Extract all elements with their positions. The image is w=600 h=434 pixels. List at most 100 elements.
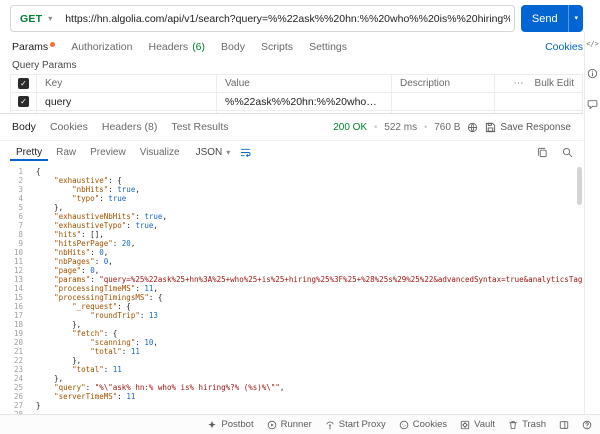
response-tabs: Body Cookies Headers (8) Test Results 20…	[0, 114, 583, 140]
tab-headers[interactable]: Headers (6)	[148, 41, 205, 53]
help-icon	[582, 420, 592, 429]
param-value-cell[interactable]: %%22ask%%20hn:%%20who%%20is%%20hiring%3.…	[216, 92, 392, 111]
chevron-down-icon[interactable]: ▾	[569, 15, 583, 22]
response-body-actions	[537, 147, 573, 158]
column-header-value: Value	[216, 74, 392, 93]
view-tab-preview[interactable]: Preview	[84, 144, 132, 161]
send-button[interactable]: Send ▾	[521, 5, 583, 32]
chevron-down-icon: ▾	[48, 13, 53, 23]
right-sidebar: </>	[584, 32, 600, 414]
view-tab-pretty[interactable]: Pretty	[10, 144, 48, 161]
cookies-button[interactable]: Cookies	[399, 419, 447, 430]
method-label: GET	[20, 12, 43, 25]
cookies-label: Cookies	[412, 419, 448, 430]
view-tab-raw[interactable]: Raw	[50, 144, 82, 161]
vault-icon	[460, 420, 470, 429]
query-params-title: Query Params	[12, 60, 77, 71]
trash-label: Trash	[522, 419, 546, 430]
postbot-button[interactable]: Postbot	[207, 419, 254, 430]
tab-body[interactable]: Body	[221, 41, 245, 53]
tab-body-label: Body	[221, 41, 245, 53]
param-description-cell[interactable]	[391, 92, 495, 111]
param-key-cell[interactable]: query	[36, 92, 217, 111]
save-response-label: Save Response	[500, 121, 571, 133]
tab-authorization-label: Authorization	[71, 41, 133, 53]
tab-headers-label: Headers	[148, 41, 189, 53]
bulk-edit-button[interactable]: Bulk Edit	[535, 78, 574, 89]
trash-icon	[509, 420, 517, 429]
unsaved-changes-dot	[50, 42, 56, 47]
tab-scripts[interactable]: Scripts	[261, 41, 293, 53]
globe-icon[interactable]	[467, 122, 478, 133]
request-tabs: Params Authorization Headers (6) Body Sc…	[12, 37, 583, 57]
response-tab-cookies[interactable]: Cookies	[50, 121, 88, 133]
status-bar: Postbot Runner Start Proxy Cookies Vault…	[0, 414, 600, 434]
response-tab-test-results[interactable]: Test Results	[171, 121, 228, 133]
postbot-label: Postbot	[221, 419, 254, 430]
headers-count-badge: (6)	[192, 41, 206, 53]
param-enabled-checkbox[interactable]: ✓	[18, 96, 29, 107]
send-label: Send	[531, 12, 558, 25]
format-label: JSON	[195, 147, 223, 158]
more-options-icon[interactable]: ⋯	[514, 78, 525, 89]
code-lines: { "exhaustive": { "nbHits": true, "typo"…	[36, 167, 583, 410]
info-icon[interactable]	[587, 68, 598, 79]
play-icon	[267, 420, 276, 429]
check-icon: ✓	[20, 97, 27, 106]
runner-button[interactable]: Runner	[267, 419, 312, 430]
copy-icon[interactable]	[537, 147, 548, 158]
tab-scripts-label: Scripts	[260, 41, 294, 53]
runner-label: Runner	[280, 419, 312, 430]
save-icon	[486, 122, 496, 132]
cookie-icon	[399, 420, 409, 429]
scrollbar-thumb[interactable]	[577, 167, 582, 205]
request-bar: GET ▾ Send ▾	[10, 5, 583, 32]
trash-button[interactable]: Trash	[508, 419, 546, 430]
antenna-icon	[326, 421, 334, 430]
tab-authorization[interactable]: Authorization	[71, 41, 132, 53]
chevron-down-icon: ▾	[226, 147, 231, 157]
response-size[interactable]: 760 B	[434, 122, 460, 133]
start-proxy-button[interactable]: Start Proxy	[325, 419, 386, 430]
url-box: GET ▾	[10, 5, 515, 32]
column-header-key: Key	[36, 74, 217, 93]
meta-separator: •	[424, 122, 428, 132]
search-icon[interactable]	[562, 147, 573, 158]
check-icon: ✓	[20, 79, 27, 88]
code-icon[interactable]: </>	[586, 40, 599, 48]
tab-params-label: Params	[12, 41, 49, 53]
comment-icon[interactable]	[587, 99, 598, 110]
sparkle-icon	[208, 420, 217, 428]
response-panel: Body Cookies Headers (8) Test Results 20…	[0, 113, 583, 414]
table-header-row: ✓ Key Value Description ⋯ Bulk Edit	[10, 74, 583, 93]
start-proxy-label: Start Proxy	[338, 419, 386, 430]
response-meta: 200 OK • 522 ms • 760 B Save Response	[333, 122, 571, 133]
status-badge[interactable]: 200 OK	[333, 122, 367, 133]
url-input[interactable]	[61, 12, 514, 25]
cookies-link[interactable]: Cookies	[545, 41, 583, 53]
status-bar-right: Postbot Runner Start Proxy Cookies Vault…	[207, 419, 592, 430]
wrap-text-icon[interactable]	[240, 147, 251, 158]
vault-button[interactable]: Vault	[460, 419, 495, 430]
save-response-button[interactable]: Save Response	[485, 122, 571, 133]
tab-params[interactable]: Params	[12, 41, 56, 53]
format-dropdown[interactable]: JSON ▾	[196, 147, 231, 158]
panel-layout-button[interactable]	[559, 420, 569, 430]
panel-icon	[559, 420, 569, 429]
view-tab-visualize[interactable]: Visualize	[134, 144, 186, 161]
tab-settings[interactable]: Settings	[309, 41, 347, 53]
param-actions-cell	[494, 92, 583, 111]
tab-settings-label: Settings	[309, 41, 348, 53]
response-time[interactable]: 522 ms	[384, 122, 417, 133]
response-view-toolbar: Pretty Raw Preview Visualize JSON ▾	[0, 140, 583, 164]
meta-separator: •	[374, 122, 378, 132]
method-selector[interactable]: GET ▾	[11, 6, 61, 31]
select-all-checkbox[interactable]: ✓	[18, 78, 29, 89]
response-tab-headers[interactable]: Headers (8)	[102, 121, 157, 133]
response-body[interactable]: 1 2 3 4 5 6 7 8 9 10 11 12 13 14 15 16 17 18 19 20 21 22 23 24 2…	[0, 164, 583, 414]
table-row: ✓ query %%22ask%%20hn:%%20who%%20is%%20h…	[10, 92, 583, 111]
help-button[interactable]	[582, 420, 592, 430]
response-tab-body[interactable]: Body	[12, 121, 36, 133]
column-header-description: Description	[391, 74, 495, 93]
line-numbers: 1 2 3 4 5 6 7 8 9 10 11 12 13 14 15 16 17 18 19 20 21 22 23 24 2…	[13, 167, 23, 414]
